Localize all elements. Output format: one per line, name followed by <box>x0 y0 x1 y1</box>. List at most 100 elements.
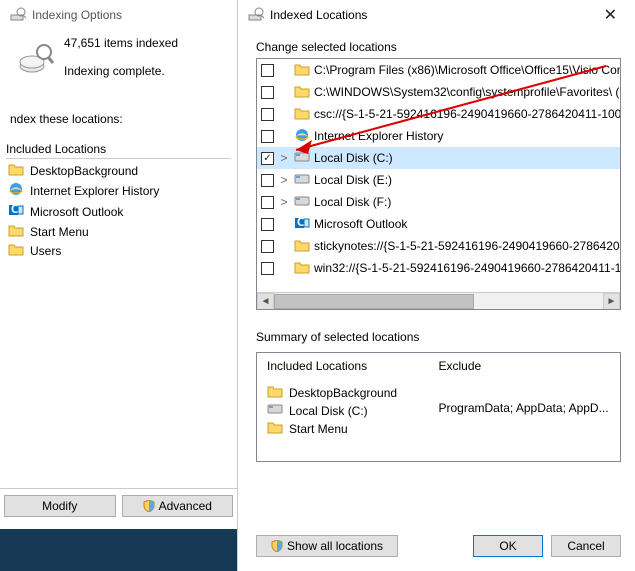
tree-row[interactable]: win32://{S-1-5-21-592416196-2490419660-2… <box>257 257 620 279</box>
cancel-button[interactable]: Cancel <box>551 535 621 557</box>
shield-icon <box>143 500 155 512</box>
summary-exclude-header: Exclude <box>439 359 611 383</box>
checkbox[interactable]: ✓ <box>261 152 274 165</box>
right-title: Indexed Locations <box>270 8 367 22</box>
tree-row[interactable]: Internet Explorer History <box>257 125 620 147</box>
status-area: 47,651 items indexed Indexing complete. <box>0 30 237 80</box>
left-title: Indexing Options <box>32 8 122 22</box>
tree-label: win32://{S-1-5-21-592416196-2490419660-2… <box>314 261 621 275</box>
tree-label: Internet Explorer History <box>314 129 443 143</box>
tree-label: stickynotes://{S-1-5-21-592416196-249041… <box>314 239 621 253</box>
scroll-thumb[interactable] <box>274 294 474 309</box>
summary-label: Summary of selected locations <box>256 324 621 348</box>
tree-row[interactable]: stickynotes://{S-1-5-21-592416196-249041… <box>257 235 620 257</box>
tree-label: Local Disk (F:) <box>314 195 391 209</box>
summary-label: DesktopBackground <box>289 386 397 400</box>
expand-toggle[interactable]: > <box>278 173 290 187</box>
checkbox[interactable] <box>261 108 274 121</box>
summary-item[interactable]: Start Menu <box>267 419 439 438</box>
drive-search-icon <box>10 7 26 23</box>
advanced-button[interactable]: Advanced <box>122 495 234 517</box>
included-locations-list: DesktopBackground Internet Explorer Histo… <box>6 158 231 262</box>
folder-icon <box>294 106 310 123</box>
tree-label: Local Disk (C:) <box>314 151 393 165</box>
included-item[interactable]: DesktopBackground <box>6 161 231 180</box>
tree-label: C:\WINDOWS\System32\config\systemprofile… <box>314 85 621 99</box>
change-locations-label: Change selected locations <box>256 34 621 58</box>
included-item[interactable]: O Microsoft Outlook <box>6 201 231 222</box>
folder-icon <box>8 223 24 240</box>
ok-button[interactable]: OK <box>473 535 543 557</box>
folder-icon <box>267 384 283 401</box>
tree-label: Local Disk (E:) <box>314 173 392 187</box>
bottom-dark-strip <box>0 529 237 571</box>
horizontal-scrollbar[interactable]: ◄ ► <box>257 292 620 309</box>
disk-icon <box>294 195 310 210</box>
left-titlebar: Indexing Options <box>0 0 237 30</box>
exclude-text: ProgramData; AppData; AppD... <box>439 401 611 415</box>
folder-icon <box>294 62 310 79</box>
included-item[interactable]: Internet Explorer History <box>6 180 231 201</box>
checkbox[interactable] <box>261 86 274 99</box>
outlook-icon: O <box>8 202 24 221</box>
included-locations-header: Included Locations <box>6 132 231 158</box>
outlook-icon: O <box>294 215 310 234</box>
folder-icon <box>8 162 24 179</box>
items-indexed-text: 47,651 items indexed <box>64 34 178 52</box>
checkbox[interactable] <box>261 196 274 209</box>
tree-row[interactable]: > Local Disk (F:) <box>257 191 620 213</box>
disk-icon <box>267 403 283 418</box>
summary-label: Start Menu <box>289 422 348 436</box>
tree-row[interactable]: C:\Program Files (x86)\Microsoft Office\… <box>257 59 620 81</box>
tree-row[interactable]: ✓ > Local Disk (C:) <box>257 147 620 169</box>
tree-label: Microsoft Outlook <box>314 217 407 231</box>
item-label: Microsoft Outlook <box>30 205 123 219</box>
locations-tree[interactable]: C:\Program Files (x86)\Microsoft Office\… <box>256 58 621 310</box>
scroll-right-button[interactable]: ► <box>603 293 620 310</box>
summary-item[interactable]: Local Disk (C:) <box>267 402 439 419</box>
summary-box: Included Locations DesktopBackground Loca… <box>256 352 621 462</box>
checkbox[interactable] <box>261 64 274 77</box>
indexing-status-text: Indexing complete. <box>64 62 178 80</box>
summary-item[interactable]: DesktopBackground <box>267 383 439 402</box>
drive-search-large-icon <box>18 40 54 76</box>
checkbox[interactable] <box>261 130 274 143</box>
ie-icon <box>294 127 310 146</box>
included-item[interactable]: Users <box>6 241 231 260</box>
checkbox[interactable] <box>261 174 274 187</box>
summary-label: Local Disk (C:) <box>289 404 368 418</box>
item-label: DesktopBackground <box>30 164 138 178</box>
item-label: Internet Explorer History <box>30 184 159 198</box>
item-label: Users <box>30 244 61 258</box>
tree-row[interactable]: csc://{S-1-5-21-592416196-2490419660-278… <box>257 103 620 125</box>
disk-icon <box>294 151 310 166</box>
tree-row[interactable]: O Microsoft Outlook <box>257 213 620 235</box>
scroll-left-button[interactable]: ◄ <box>257 293 274 310</box>
checkbox[interactable] <box>261 262 274 275</box>
checkbox[interactable] <box>261 218 274 231</box>
folder-icon <box>294 238 310 255</box>
folder-icon <box>294 84 310 101</box>
ie-icon <box>8 181 24 200</box>
summary-included-header: Included Locations <box>267 359 439 383</box>
indexing-options-panel: Indexing Options 47,651 items indexed In… <box>0 0 238 571</box>
expand-toggle[interactable]: > <box>278 151 290 165</box>
shield-icon <box>271 540 283 552</box>
disk-icon <box>294 173 310 188</box>
item-label: Start Menu <box>30 225 89 239</box>
index-locations-heading: ndex these locations: <box>0 106 237 132</box>
tree-row[interactable]: C:\WINDOWS\System32\config\systemprofile… <box>257 81 620 103</box>
folder-icon <box>294 260 310 277</box>
folder-icon <box>8 242 24 259</box>
expand-toggle[interactable]: > <box>278 195 290 209</box>
modify-button[interactable]: Modify <box>4 495 116 517</box>
checkbox[interactable] <box>261 240 274 253</box>
folder-icon <box>267 420 283 437</box>
drive-search-icon <box>248 7 264 23</box>
close-button[interactable]: ✕ <box>596 5 625 25</box>
show-all-locations-button[interactable]: Show all locations <box>256 535 398 557</box>
tree-label: C:\Program Files (x86)\Microsoft Office\… <box>314 63 621 77</box>
tree-label: csc://{S-1-5-21-592416196-2490419660-278… <box>314 107 621 121</box>
included-item[interactable]: Start Menu <box>6 222 231 241</box>
tree-row[interactable]: > Local Disk (E:) <box>257 169 620 191</box>
